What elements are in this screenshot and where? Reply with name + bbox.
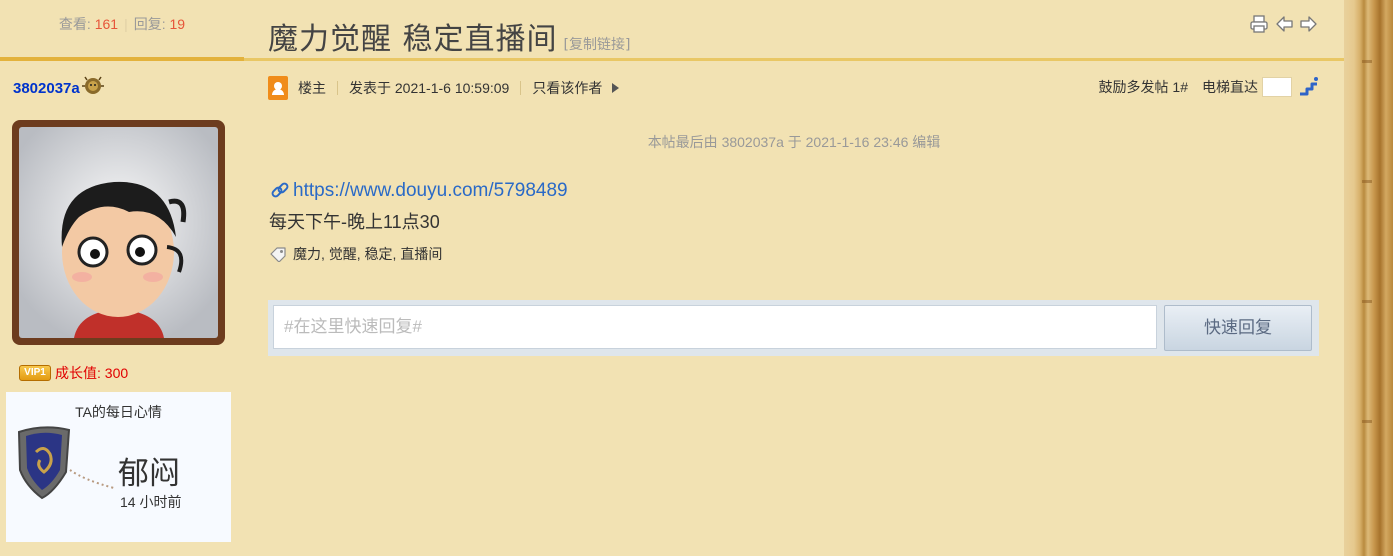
- views-count: 161: [94, 16, 119, 32]
- thread-stats: 查看: 161 | 回复: 19: [58, 16, 186, 32]
- thread-title: 魔力觉醒 稳定直播间: [268, 22, 558, 57]
- shield-mood-icon: [14, 422, 124, 507]
- vip-level: VIP1 成长值: 300: [19, 363, 128, 383]
- views-label: 查看:: [58, 16, 91, 32]
- elevator-go-icon[interactable]: [1298, 76, 1320, 99]
- thread-title-row: 魔力觉醒 稳定直播间 [复制链接]: [268, 14, 630, 58]
- mood-title: TA的每日心情: [75, 404, 162, 420]
- tag-icon: [270, 247, 286, 262]
- triangle-right-icon: [612, 83, 620, 93]
- sidebar-divider: [0, 57, 244, 61]
- link-icon: [271, 182, 289, 198]
- thread-starter-label: 楼主: [298, 80, 326, 96]
- edit-note: 本帖最后由 3802037a 于 2021-1-16 23:46 编辑: [647, 134, 941, 150]
- avatar-image: [19, 127, 218, 338]
- print-icon[interactable]: [1249, 14, 1269, 34]
- thread-starter-icon: [268, 76, 288, 100]
- elevator-label: 电梯直达: [1202, 79, 1258, 95]
- quick-reply-input[interactable]: #在这里快速回复#: [273, 305, 1157, 349]
- floor-number: 鼓励多发帖 1#: [1098, 79, 1188, 95]
- decorative-border: [1344, 0, 1393, 556]
- mood-time: 14 小时前: [120, 494, 182, 510]
- post-link[interactable]: https://www.douyu.com/5798489: [269, 180, 568, 202]
- growth-value: 成长值: 300: [55, 365, 129, 381]
- post-floor-tools: 鼓励多发帖 1# 电梯直达: [1099, 75, 1320, 99]
- replies-label: 回复:: [133, 16, 166, 32]
- elevator-input[interactable]: [1262, 77, 1292, 97]
- replies-count: 19: [169, 16, 186, 32]
- post-tags: 魔力, 觉醒, 稳定, 直播间: [269, 244, 568, 264]
- post-meta: 楼主 发表于 2021-1-6 10:59:09 只看该作者: [268, 75, 620, 101]
- forum-thread-page: 查看: 161 | 回复: 19 魔力觉醒 稳定直播间 [复制链接] 楼主 发表于 2…: [0, 0, 1393, 556]
- next-thread-icon[interactable]: [1298, 14, 1318, 34]
- post-schedule-text: 每天下午-晚上11点30: [269, 212, 440, 232]
- daily-mood-card: TA的每日心情 郁闷 14 小时前: [6, 392, 231, 542]
- tag-list[interactable]: 魔力, 觉醒, 稳定, 直播间: [293, 244, 442, 264]
- post-link-text: https://www.douyu.com/5798489: [293, 180, 568, 201]
- author-avatar[interactable]: [12, 120, 225, 345]
- only-author-link[interactable]: 只看该作者: [532, 78, 602, 98]
- post-content: https://www.douyu.com/5798489 每天下午-晚上11点…: [269, 180, 568, 264]
- vip-badge: VIP1: [19, 365, 51, 381]
- quick-reply-box: #在这里快速回复# 快速回复: [268, 300, 1319, 356]
- author-info: 3802037a: [13, 76, 104, 100]
- quick-reply-button[interactable]: 快速回复: [1164, 305, 1312, 351]
- mood-word: 郁闷: [118, 456, 180, 492]
- copy-link-button[interactable]: [复制链接]: [564, 37, 631, 53]
- author-name[interactable]: 3802037a: [13, 80, 80, 97]
- post-time: 发表于 2021-1-6 10:59:09: [349, 80, 510, 96]
- header-divider: [244, 58, 1344, 61]
- lion-medal-icon: [81, 76, 104, 100]
- prev-thread-icon[interactable]: [1275, 14, 1295, 34]
